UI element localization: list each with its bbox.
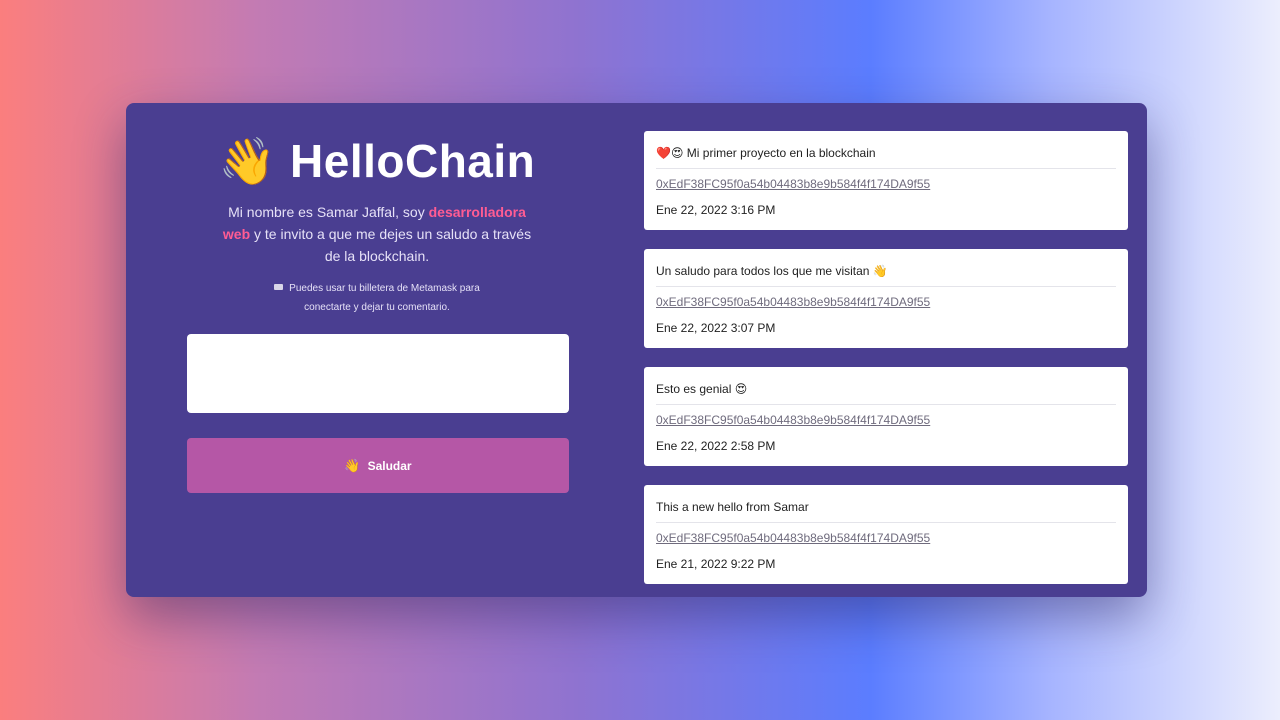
- message-divider: [656, 404, 1116, 405]
- intro-text-start: Mi nombre es Samar Jaffal, soy: [228, 204, 429, 220]
- message-date: Ene 22, 2022 3:07 PM: [656, 321, 776, 335]
- message-date: Ene 22, 2022 3:16 PM: [656, 203, 776, 217]
- app-header: 👋 HelloChain: [126, 133, 628, 189]
- message-card: Esto es genial 😍 0xEdF38FC95f0a54b04483b…: [644, 367, 1128, 466]
- message-text: This a new hello from Samar: [656, 500, 809, 514]
- message-text: ❤️😍 Mi primer proyecto en la blockchain: [656, 146, 876, 160]
- message-card: This a new hello from Samar 0xEdF38FC95f…: [644, 485, 1128, 584]
- greet-button[interactable]: 👋 Saludar: [187, 438, 569, 493]
- message-date: Ene 21, 2022 9:22 PM: [656, 557, 776, 571]
- waving-hand-icon: 👋: [344, 457, 361, 473]
- sender-address-link[interactable]: 0xEdF38FC95f0a54b04483b8e9b584f4f174DA9f…: [656, 531, 930, 545]
- message-card: ❤️😍 Mi primer proyecto en la blockchain …: [644, 131, 1128, 230]
- message-divider: [656, 522, 1116, 523]
- sender-address-link[interactable]: 0xEdF38FC95f0a54b04483b8e9b584f4f174DA9f…: [656, 295, 930, 309]
- intro-text-end: y te invito a que me dejes un saludo a t…: [250, 226, 532, 264]
- greeting-panel: 👋 HelloChain Mi nombre es Samar Jaffal, …: [126, 103, 628, 597]
- message-date: Ene 22, 2022 2:58 PM: [656, 439, 776, 453]
- intro-text: Mi nombre es Samar Jaffal, soy desarroll…: [221, 201, 533, 267]
- greet-button-label: Saludar: [367, 458, 412, 473]
- message-text: Esto es genial 😍: [656, 382, 748, 396]
- sender-address-link[interactable]: 0xEdF38FC95f0a54b04483b8e9b584f4f174DA9f…: [656, 413, 930, 427]
- wallet-icon: [274, 284, 284, 291]
- message-divider: [656, 168, 1116, 169]
- app-title: HelloChain: [290, 135, 536, 187]
- waving-hand-icon: 👋: [218, 135, 277, 187]
- comment-input[interactable]: [187, 334, 569, 413]
- message-text: Un saludo para todos los que me visitan …: [656, 264, 888, 278]
- hint-text: Puedes usar tu billetera de Metamask par…: [289, 283, 480, 313]
- main-card: 👋 HelloChain Mi nombre es Samar Jaffal, …: [126, 103, 1147, 597]
- sender-address-link[interactable]: 0xEdF38FC95f0a54b04483b8e9b584f4f174DA9f…: [656, 177, 930, 191]
- message-divider: [656, 286, 1116, 287]
- message-card: Un saludo para todos los que me visitan …: [644, 249, 1128, 348]
- metamask-hint: Puedes usar tu billetera de Metamask par…: [256, 279, 498, 317]
